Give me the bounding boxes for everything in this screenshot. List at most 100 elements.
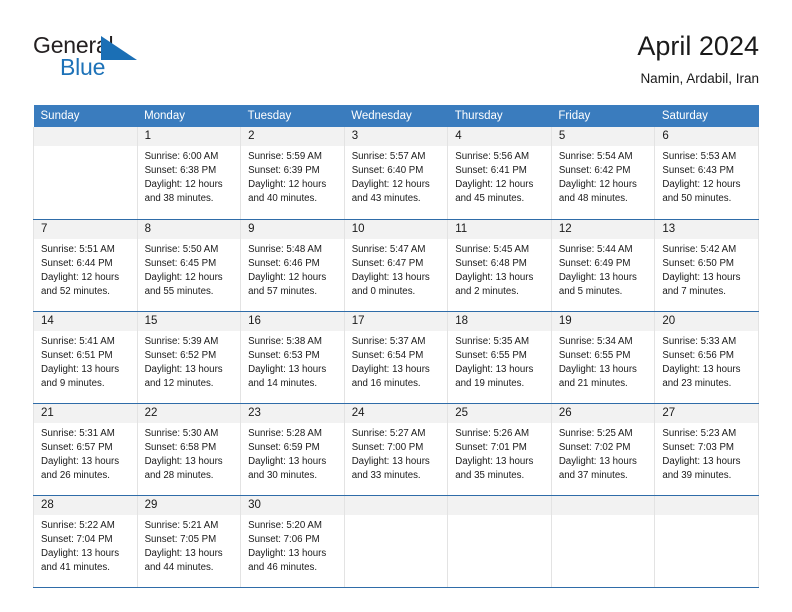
daylight-text: Daylight: 13 hours (41, 363, 120, 375)
calendar-day-cell[interactable]: 9 Sunrise: 5:48 AM Sunset: 6:46 PM Daylight… (240, 219, 345, 312)
calendar-day-cell[interactable]: 27 Sunrise: 5:23 AM Sunset: 7:03 PM Dayligh… (654, 403, 759, 496)
day-number (34, 127, 137, 146)
calendar-week-row: 14 Sunrise: 5:41 AM Sunset: 6:51 PM Dayligh… (33, 311, 759, 404)
weekday-header-friday: Friday (551, 105, 655, 127)
daylight-text: and 14 minutes. (248, 377, 318, 389)
calendar-day-cell[interactable]: 8 Sunrise: 5:50 AM Sunset: 6:45 PM Daylight… (136, 219, 242, 312)
day-number (344, 495, 448, 515)
calendar-day-cell[interactable]: 24 Sunrise: 5:27 AM Sunset: 7:00 PM Dayligh… (343, 403, 449, 496)
day-details: Sunrise: 5:22 AM Sunset: 7:04 PM Daylight:… (34, 515, 137, 575)
daylight-text: and 45 minutes. (455, 193, 525, 205)
day-number: 12 (551, 219, 655, 239)
day-number: 27 (655, 403, 758, 423)
sunset-text: Sunset: 7:06 PM (248, 533, 320, 545)
daylight-text: Daylight: 13 hours (248, 455, 327, 467)
calendar-day-cell[interactable]: 30 Sunrise: 5:20 AM Sunset: 7:06 PM Dayligh… (240, 495, 345, 588)
sunset-text: Sunset: 6:44 PM (41, 257, 113, 269)
day-number: 2 (241, 127, 344, 146)
daylight-text: Daylight: 13 hours (351, 363, 430, 375)
calendar-day-cell[interactable]: 16 Sunrise: 5:38 AM Sunset: 6:53 PM Dayligh… (240, 311, 345, 404)
sunrise-text: Sunrise: 5:39 AM (144, 335, 219, 347)
calendar-cell-empty (343, 495, 449, 588)
day-number (655, 495, 758, 515)
day-details: Sunrise: 5:45 AM Sunset: 6:48 PM Daylight:… (448, 239, 551, 299)
sunset-text: Sunset: 6:38 PM (144, 165, 217, 177)
daylight-text: Daylight: 12 hours (144, 271, 223, 283)
calendar-day-cell[interactable]: 20 Sunrise: 5:33 AM Sunset: 6:56 PM Dayligh… (654, 311, 759, 404)
calendar-day-cell[interactable]: 17 Sunrise: 5:37 AM Sunset: 6:54 PM Dayligh… (343, 311, 449, 404)
calendar-day-cell[interactable]: 19 Sunrise: 5:34 AM Sunset: 6:55 PM Dayligh… (550, 311, 656, 404)
page-title: April 2024 (637, 31, 759, 61)
day-details: Sunrise: 5:50 AM Sunset: 6:45 PM Daylight:… (138, 239, 241, 299)
day-number: 10 (344, 219, 448, 239)
sunrise-text: Sunrise: 5:33 AM (662, 335, 737, 347)
general-blue-logo[interactable]: General Blue (33, 28, 163, 86)
day-number: 19 (551, 311, 655, 331)
calendar-day-cell[interactable]: 15 Sunrise: 5:39 AM Sunset: 6:52 PM Dayligh… (136, 311, 242, 404)
daylight-text: and 57 minutes. (248, 285, 318, 297)
day-number: 29 (137, 495, 241, 515)
sunset-text: Sunset: 6:51 PM (41, 349, 113, 361)
daylight-text: and 44 minutes. (144, 561, 214, 573)
day-number: 22 (137, 403, 241, 423)
calendar-day-cell[interactable]: 7 Sunrise: 5:51 AM Sunset: 6:44 PM Daylight… (33, 219, 138, 312)
calendar-day-cell[interactable]: 22 Sunrise: 5:30 AM Sunset: 6:58 PM Dayligh… (136, 403, 242, 496)
day-details: Sunrise: 5:53 AM Sunset: 6:43 PM Daylight:… (655, 146, 758, 206)
sunset-text: Sunset: 6:55 PM (558, 349, 631, 361)
weekday-header-row: Sunday Monday Tuesday Wednesday Thursday Frid… (33, 105, 759, 127)
daylight-text: and 35 minutes. (455, 469, 525, 481)
sunset-text: Sunset: 7:05 PM (144, 533, 217, 545)
calendar-day-cell[interactable]: 21 Sunrise: 5:31 AM Sunset: 6:57 PM Dayligh… (33, 403, 138, 496)
sunset-text: Sunset: 7:03 PM (662, 441, 734, 453)
calendar-week-row: 28 Sunrise: 5:22 AM Sunset: 7:04 PM Dayligh… (33, 495, 759, 588)
calendar-day-cell[interactable]: 13 Sunrise: 5:42 AM Sunset: 6:50 PM Dayligh… (654, 219, 759, 312)
day-number: 18 (448, 311, 551, 331)
daylight-text: Daylight: 13 hours (351, 455, 430, 467)
calendar-day-cell[interactable]: 18 Sunrise: 5:35 AM Sunset: 6:55 PM Dayligh… (447, 311, 552, 404)
daylight-text: Daylight: 13 hours (662, 455, 741, 467)
daylight-text: and 12 minutes. (144, 377, 214, 389)
day-number (448, 495, 551, 515)
daylight-text: Daylight: 13 hours (662, 363, 741, 375)
daylight-text: and 0 minutes. (351, 285, 416, 297)
daylight-text: Daylight: 12 hours (144, 179, 223, 191)
sunrise-text: Sunrise: 5:35 AM (455, 335, 530, 347)
day-number: 11 (448, 219, 551, 239)
sunset-text: Sunset: 6:40 PM (351, 165, 424, 177)
calendar-day-cell[interactable]: 28 Sunrise: 5:22 AM Sunset: 7:04 PM Dayligh… (33, 495, 138, 588)
daylight-text: and 39 minutes. (662, 469, 732, 481)
calendar-day-cell[interactable]: 6 Sunrise: 5:53 AM Sunset: 6:43 PM Daylight… (654, 127, 759, 220)
calendar-day-cell[interactable]: 1 Sunrise: 6:00 AM Sunset: 6:38 PM Daylight… (136, 127, 242, 220)
daylight-text: and 41 minutes. (41, 561, 110, 573)
day-number: 4 (448, 127, 551, 146)
sunset-text: Sunset: 6:52 PM (144, 349, 217, 361)
calendar-day-cell[interactable]: 14 Sunrise: 5:41 AM Sunset: 6:51 PM Dayligh… (33, 311, 138, 404)
calendar-day-cell[interactable]: 10 Sunrise: 5:47 AM Sunset: 6:47 PM Dayligh… (343, 219, 449, 312)
sunset-text: Sunset: 6:39 PM (248, 165, 320, 177)
sunrise-text: Sunrise: 5:41 AM (41, 335, 115, 347)
calendar-day-cell[interactable]: 11 Sunrise: 5:45 AM Sunset: 6:48 PM Dayligh… (447, 219, 552, 312)
sunrise-text: Sunrise: 5:20 AM (248, 519, 322, 531)
day-details: Sunrise: 5:59 AM Sunset: 6:39 PM Daylight:… (241, 146, 344, 206)
daylight-text: Daylight: 13 hours (41, 547, 120, 559)
calendar-day-cell[interactable]: 2 Sunrise: 5:59 AM Sunset: 6:39 PM Daylight… (240, 127, 345, 220)
sunrise-text: Sunrise: 5:25 AM (558, 427, 633, 439)
day-number: 13 (655, 219, 758, 239)
calendar-day-cell[interactable]: 4 Sunrise: 5:56 AM Sunset: 6:41 PM Daylight… (447, 127, 552, 220)
sunrise-text: Sunrise: 5:23 AM (662, 427, 737, 439)
calendar-day-cell[interactable]: 12 Sunrise: 5:44 AM Sunset: 6:49 PM Dayligh… (550, 219, 656, 312)
calendar-day-cell[interactable]: 25 Sunrise: 5:26 AM Sunset: 7:01 PM Dayligh… (447, 403, 552, 496)
calendar-day-cell[interactable]: 29 Sunrise: 5:21 AM Sunset: 7:05 PM Dayligh… (136, 495, 242, 588)
daylight-text: Daylight: 12 hours (248, 271, 327, 283)
calendar-day-cell[interactable]: 3 Sunrise: 5:57 AM Sunset: 6:40 PM Daylight… (343, 127, 449, 220)
calendar-day-cell[interactable]: 23 Sunrise: 5:28 AM Sunset: 6:59 PM Dayligh… (240, 403, 345, 496)
calendar-day-cell[interactable]: 26 Sunrise: 5:25 AM Sunset: 7:02 PM Dayligh… (550, 403, 656, 496)
day-details: Sunrise: 5:25 AM Sunset: 7:02 PM Daylight:… (552, 423, 655, 483)
sunset-text: Sunset: 6:45 PM (144, 257, 217, 269)
sunrise-text: Sunrise: 5:30 AM (144, 427, 219, 439)
daylight-text: Daylight: 13 hours (455, 271, 534, 283)
calendar-day-cell[interactable]: 5 Sunrise: 5:54 AM Sunset: 6:42 PM Daylight… (550, 127, 656, 220)
day-details: Sunrise: 5:47 AM Sunset: 6:47 PM Daylight:… (345, 239, 448, 299)
daylight-text: and 16 minutes. (351, 377, 421, 389)
daylight-text: Daylight: 12 hours (351, 179, 430, 191)
